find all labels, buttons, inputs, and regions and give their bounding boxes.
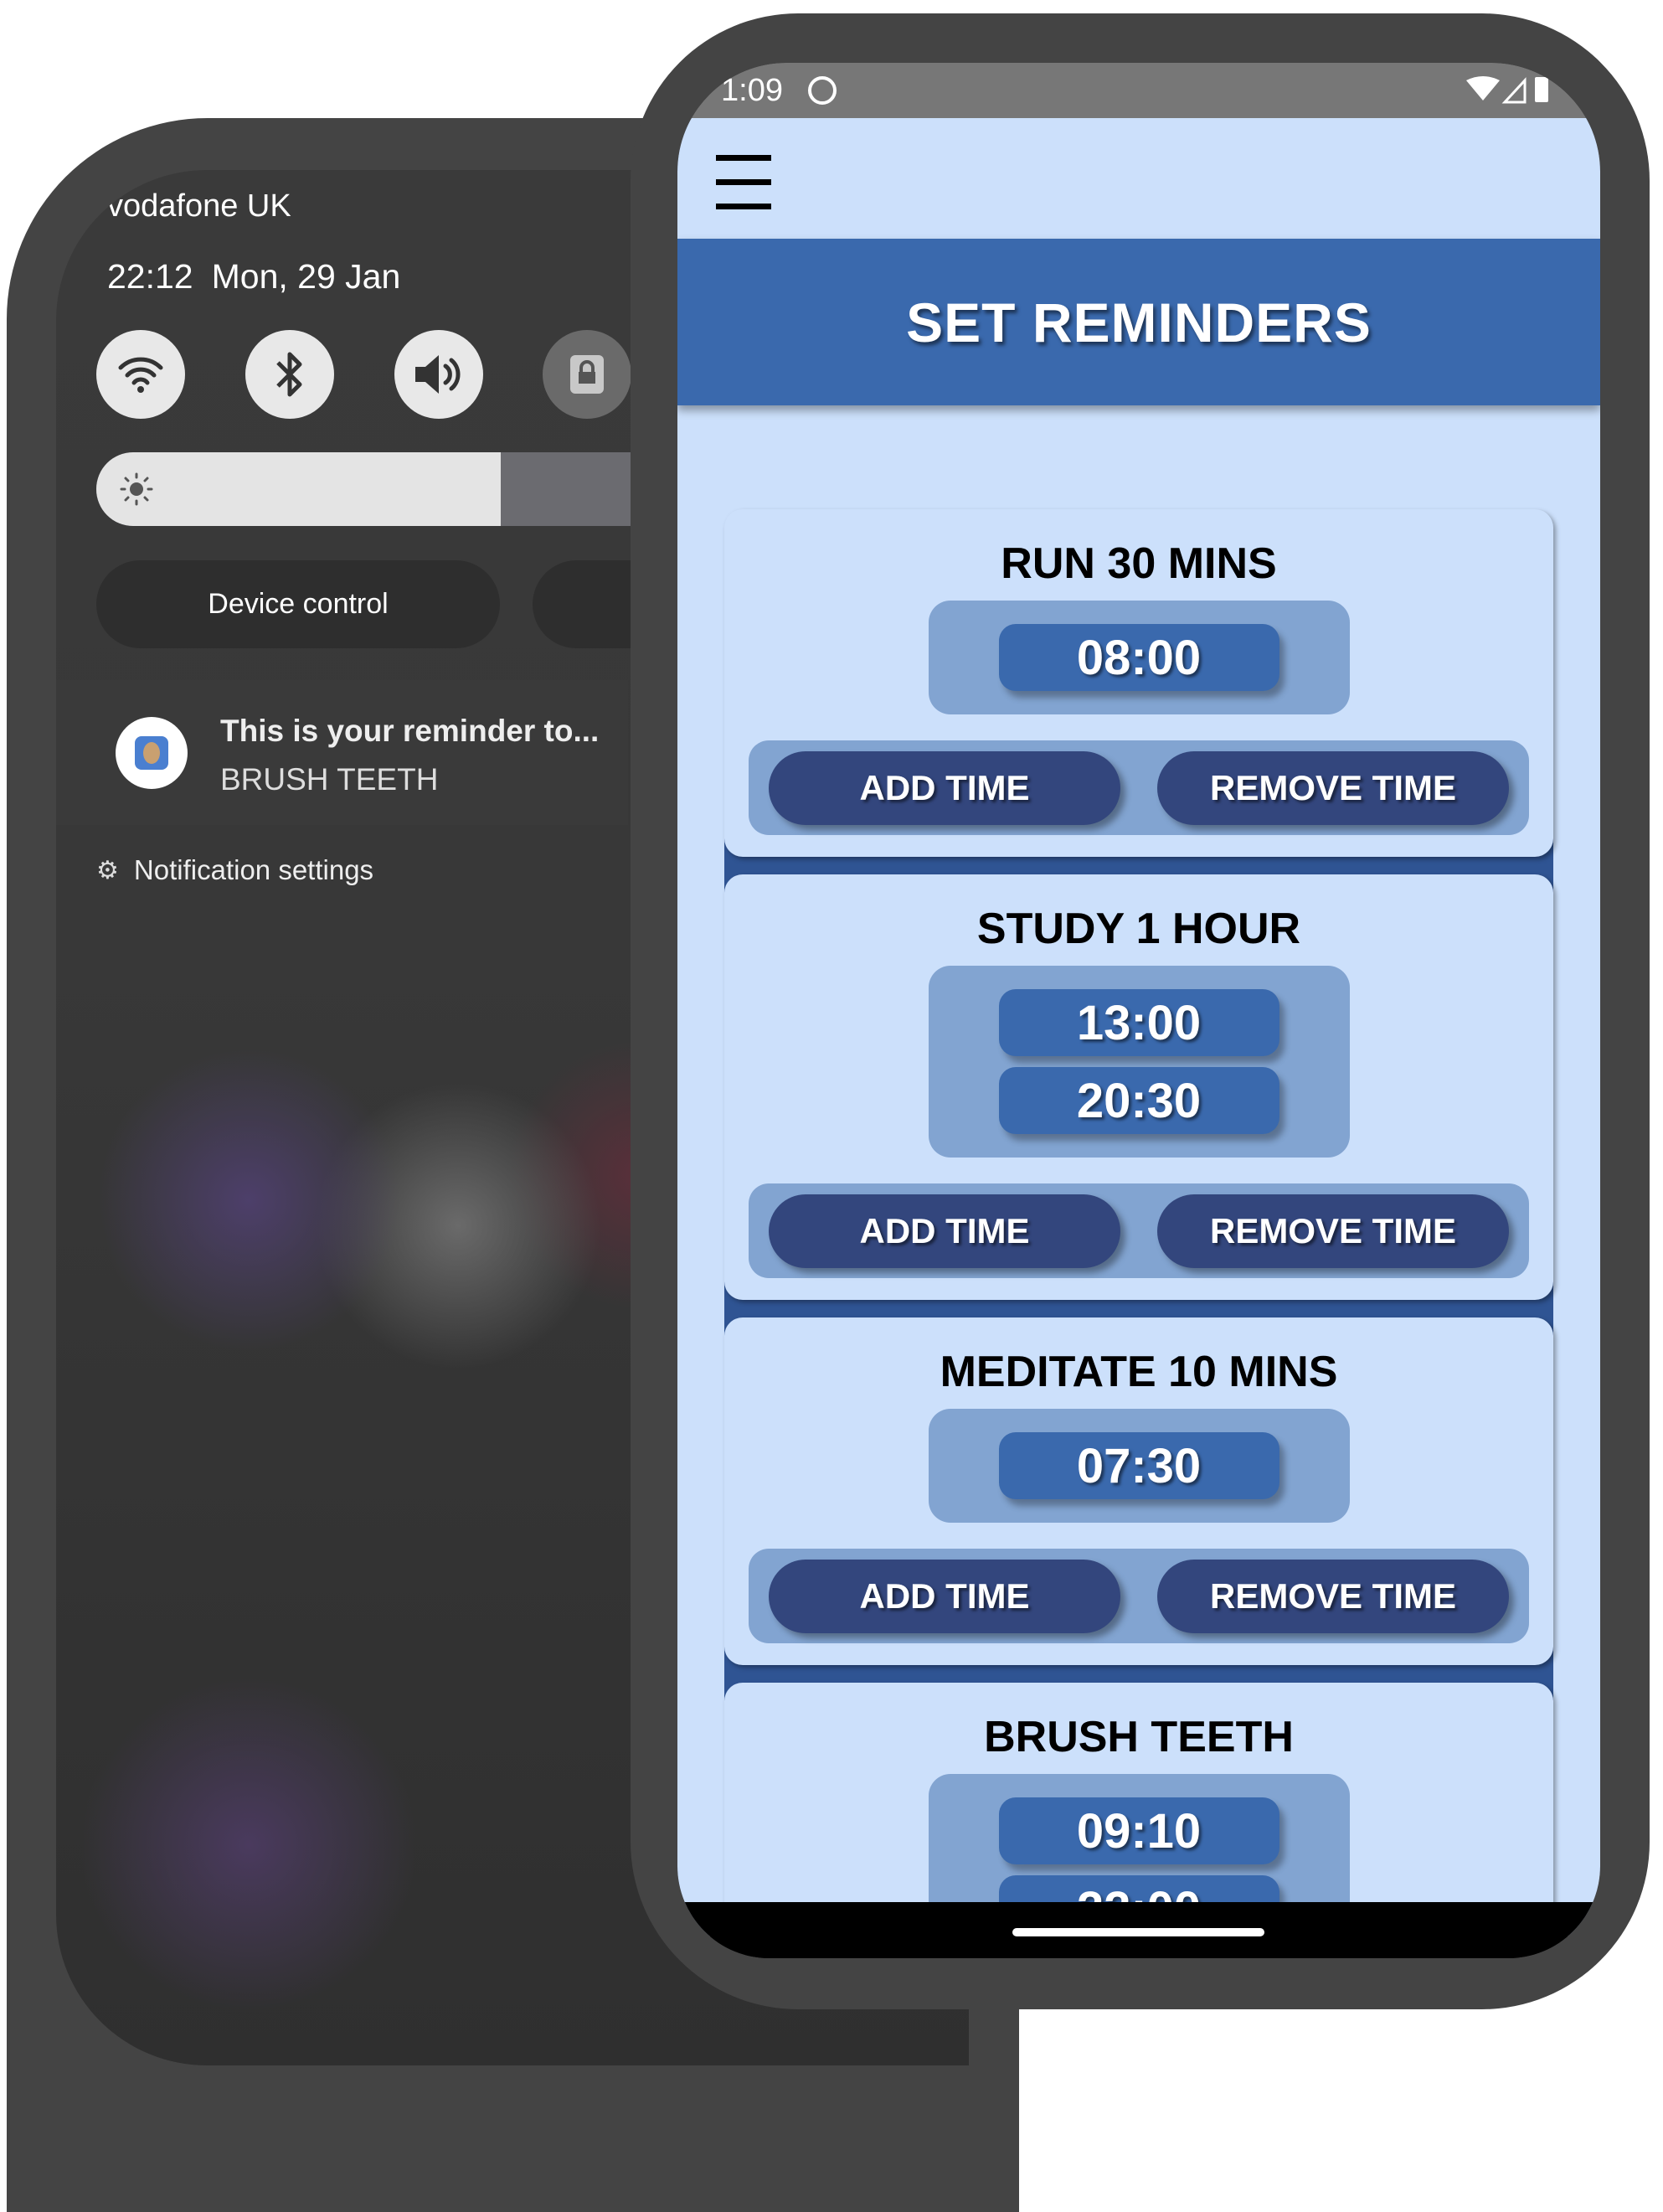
reminder-title: MEDITATE 10 MINS — [940, 1347, 1338, 1396]
wifi-icon — [118, 357, 163, 393]
remove-time-button[interactable]: REMOVE TIME — [1157, 1194, 1509, 1268]
app-status-icon — [807, 76, 837, 105]
volume-icon — [415, 355, 461, 394]
reminder-notification[interactable]: This is your reminder to... BRUSH TEETH — [56, 680, 628, 825]
wifi-toggle[interactable] — [96, 330, 185, 419]
reminder-time[interactable]: 09:10 — [998, 1797, 1279, 1864]
reminder-card: MEDITATE 10 MINS 07:30 ADD TIME REMOVE TIME — [724, 1317, 1553, 1665]
reminder-card: RUN 30 MINS 08:00 ADD TIME REMOVE TIME — [724, 509, 1553, 857]
bluetooth-toggle[interactable] — [245, 330, 334, 419]
time-list: 07:30 — [928, 1409, 1350, 1523]
lock-toggle[interactable] — [543, 330, 631, 419]
reminder-list[interactable]: RUN 30 MINS 08:00 ADD TIME REMOVE TIME STUDY… — [677, 405, 1600, 1936]
bluetooth-icon — [276, 352, 302, 397]
status-bar: 1:09 — [677, 63, 1600, 118]
signal-battery-icons — [1466, 76, 1548, 104]
device-control-button[interactable]: Device control — [96, 560, 500, 648]
notification-body: BRUSH TEETH — [220, 762, 439, 797]
app-bar — [677, 118, 1600, 239]
remove-time-button[interactable]: REMOVE TIME — [1157, 750, 1509, 825]
date: Mon, 29 Jan — [211, 257, 401, 296]
time-list: 08:00 — [928, 601, 1350, 714]
reminder-title: RUN 30 MINS — [1001, 539, 1277, 588]
hamburger-menu-icon[interactable] — [716, 153, 771, 210]
brightness-slider[interactable] — [96, 452, 682, 526]
clock: 22:12 — [107, 257, 193, 296]
reminder-time[interactable]: 20:30 — [998, 1067, 1279, 1134]
gear-icon: ⚙ — [96, 855, 119, 885]
notification-settings-label: Notification settings — [133, 854, 374, 885]
add-time-button[interactable]: ADD TIME — [769, 750, 1120, 825]
reminder-title: STUDY 1 HOUR — [976, 904, 1301, 953]
reminder-title: BRUSH TEETH — [984, 1712, 1294, 1761]
brightness-fill — [96, 452, 501, 526]
home-indicator[interactable] — [1012, 1928, 1264, 1936]
carrier-label: vodafone UK — [107, 188, 291, 224]
lock-icon — [570, 355, 604, 394]
add-time-button[interactable]: ADD TIME — [769, 1559, 1120, 1633]
brightness-icon — [120, 472, 153, 506]
page-title: SET REMINDERS — [906, 291, 1372, 353]
button-row: ADD TIME REMOVE TIME — [749, 740, 1529, 835]
reminder-time[interactable]: 07:30 — [998, 1432, 1279, 1499]
add-time-button[interactable]: ADD TIME — [769, 1194, 1120, 1268]
reminder-time[interactable]: 08:00 — [998, 624, 1279, 691]
status-time: 1:09 — [721, 72, 783, 108]
volume-toggle[interactable] — [394, 330, 483, 419]
page-header: SET REMINDERS — [677, 239, 1600, 405]
time-list: 13:00 20:30 — [928, 966, 1350, 1158]
button-row: ADD TIME REMOVE TIME — [749, 1549, 1529, 1643]
reminders-app-screen: 1:09 SET REMINDERS RUN 30 MINS 08:00 ADD T… — [677, 63, 1600, 1958]
notification-title: This is your reminder to... — [220, 714, 600, 748]
notification-settings-link[interactable]: ⚙ Notification settings — [96, 854, 373, 886]
app-icon — [116, 717, 188, 789]
reminder-card: BRUSH TEETH09:1022:00ADD TIMEREMOVE TIME — [724, 1683, 1553, 1936]
button-row: ADD TIME REMOVE TIME — [749, 1183, 1529, 1278]
remove-time-button[interactable]: REMOVE TIME — [1157, 1559, 1509, 1633]
reminder-card: STUDY 1 HOUR 13:00 20:30 ADD TIME REMOVE TIM… — [724, 874, 1553, 1300]
reminder-time[interactable]: 13:00 — [998, 989, 1279, 1056]
